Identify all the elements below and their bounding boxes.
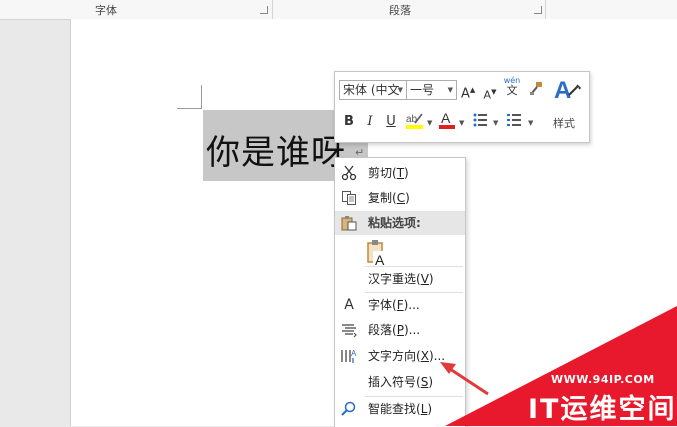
- grow-font-button[interactable]: A▲: [461, 80, 475, 102]
- phonetic-char-label: 文: [506, 84, 518, 97]
- ribbon-group-font-label: 字体: [95, 4, 117, 17]
- svg-text:ab: ab: [406, 114, 418, 125]
- menu-item-label: 复制(C): [368, 191, 410, 205]
- font-color-button[interactable]: A: [438, 109, 456, 129]
- menu-item-insert-symbol[interactable]: 插入符号(S): [335, 370, 465, 394]
- numbering-button[interactable]: [505, 112, 523, 132]
- menu-item-label: 剪切(T): [368, 166, 409, 180]
- paste-keep-text-only-icon[interactable]: A: [365, 239, 391, 268]
- styles-label: 样式: [553, 117, 575, 130]
- font-icon: A: [344, 297, 354, 313]
- font-size-value: 一号: [410, 83, 435, 97]
- highlighter-icon: ab: [406, 113, 423, 129]
- text-direction-icon: A: [335, 344, 363, 372]
- menu-item-paragraph[interactable]: 段落(P)...: [335, 318, 465, 342]
- phonetic-guide-button[interactable]: wén 文: [503, 76, 521, 102]
- paragraph-dialog-launcher-icon[interactable]: [534, 6, 542, 14]
- chevron-down-icon[interactable]: ▼: [528, 119, 533, 127]
- watermark-brand: IT运维空间: [528, 394, 677, 425]
- floating-mini-toolbar: 宋体 (中文 ▼ 一号 ▼ A▲ A▼ wén 文 A B I U ab ▼ A…: [334, 71, 590, 143]
- underline-button[interactable]: U: [383, 112, 399, 132]
- menu-item-copy[interactable]: 复制(C): [335, 186, 465, 210]
- chevron-down-icon: ▼: [397, 86, 403, 94]
- margin-corner-mark: [177, 108, 202, 109]
- menu-item-cut[interactable]: 剪切(T): [335, 161, 465, 185]
- font-name-value: 宋体 (中文: [343, 83, 400, 97]
- svg-text:A: A: [554, 77, 571, 104]
- menu-item-text-direction[interactable]: A 文字方向(X)...: [335, 344, 465, 368]
- bullets-button[interactable]: [471, 112, 489, 132]
- clipboard-icon: [335, 211, 363, 239]
- context-menu: 剪切(T) 复制(C) 粘贴选项: A 汉字重选(V) A 字体(F)... 段…: [334, 157, 466, 427]
- menu-item-label: 段落(P)...: [368, 323, 421, 337]
- selected-document-text[interactable]: 你是谁呀: [206, 125, 346, 174]
- menu-item-label: 文字方向(X)...: [368, 349, 446, 363]
- menu-item-label: 智能查找(L): [368, 402, 433, 416]
- copy-icon: [335, 186, 363, 214]
- scissors-icon: [335, 161, 363, 189]
- styles-icon: A: [554, 77, 582, 104]
- menu-item-label: 插入符号(S): [368, 375, 434, 389]
- svg-text:A: A: [375, 252, 385, 267]
- ribbon-group-separator: [272, 0, 273, 19]
- menu-item-label: 汉字重选(V): [368, 272, 434, 286]
- paragraph-icon: [335, 318, 363, 346]
- svg-text:A: A: [441, 110, 451, 126]
- format-painter-button[interactable]: [527, 80, 545, 100]
- font-dialog-launcher-icon[interactable]: [260, 6, 268, 14]
- font-size-combo[interactable]: 一号 ▼: [406, 80, 457, 100]
- grow-font-label: A: [461, 86, 470, 102]
- magnifier-icon: [335, 397, 363, 425]
- chevron-down-icon[interactable]: ▼: [427, 119, 432, 127]
- shrink-font-button[interactable]: A▼: [483, 82, 497, 102]
- font-color-icon: A: [439, 110, 455, 129]
- margin-corner-mark: [201, 85, 202, 109]
- menu-item-smart-lookup[interactable]: 智能查找(L): [335, 397, 465, 421]
- numbered-list-icon: [507, 114, 521, 126]
- ribbon-group-paragraph-label: 段落: [389, 4, 411, 17]
- chevron-down-icon[interactable]: ▼: [493, 119, 498, 127]
- chevron-down-icon[interactable]: ▼: [459, 119, 464, 127]
- watermark-url: WWW.94IP.COM: [551, 373, 655, 386]
- menu-item-label: 粘贴选项:: [368, 216, 421, 230]
- shrink-font-label: A: [483, 88, 492, 102]
- ribbon-group-labels: 字体 段落: [0, 0, 677, 20]
- menu-item-reconversion[interactable]: 汉字重选(V): [335, 267, 465, 291]
- bold-button[interactable]: B: [341, 112, 357, 132]
- format-painter-icon: [530, 82, 542, 95]
- highlight-color-button[interactable]: ab: [405, 109, 425, 129]
- font-name-combo[interactable]: 宋体 (中文 ▼: [339, 80, 407, 100]
- ribbon-group-separator: [545, 0, 546, 19]
- bullet-list-icon: [473, 113, 487, 127]
- menu-item-label: 字体(F)...: [368, 298, 420, 312]
- menu-header-paste-options: 粘贴选项:: [335, 211, 465, 235]
- italic-button[interactable]: I: [362, 112, 378, 132]
- chevron-down-icon: ▼: [447, 86, 453, 94]
- styles-gallery-button[interactable]: A: [551, 76, 583, 106]
- menu-item-font[interactable]: A 字体(F)...: [335, 293, 465, 317]
- svg-text:A: A: [351, 349, 357, 358]
